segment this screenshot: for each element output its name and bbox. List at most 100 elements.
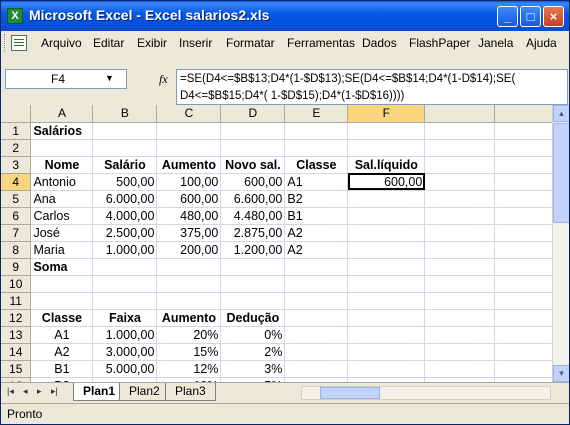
- cell-c12[interactable]: Aumento: [156, 309, 222, 327]
- cell-d12[interactable]: Dedução: [220, 309, 286, 327]
- menu-ajuda[interactable]: Ajuda: [526, 36, 557, 50]
- cell-d13[interactable]: 0%: [220, 326, 286, 344]
- cell-e5[interactable]: B2: [284, 190, 349, 208]
- row-header[interactable]: 13: [1, 325, 32, 344]
- cell-c11[interactable]: [156, 292, 222, 310]
- row-header[interactable]: 10: [1, 274, 32, 293]
- insert-function-icon[interactable]: fx: [159, 72, 168, 87]
- cell-c8[interactable]: 200,00: [156, 241, 222, 259]
- minimize-button[interactable]: _: [497, 6, 518, 27]
- cell-a10[interactable]: [30, 275, 94, 293]
- cell-a7[interactable]: José: [30, 224, 94, 242]
- cell-d8[interactable]: 1.200,00: [220, 241, 286, 259]
- cell-empty[interactable]: [424, 241, 496, 259]
- cell-b14[interactable]: 3.000,00: [92, 343, 158, 361]
- cell-d9[interactable]: [220, 258, 286, 276]
- next-sheet-icon[interactable]: ▸: [37, 386, 42, 397]
- scroll-down-icon[interactable]: ▼: [553, 365, 569, 382]
- last-sheet-icon[interactable]: ▸|: [51, 386, 58, 397]
- cell-empty[interactable]: [424, 360, 496, 378]
- cell-c10[interactable]: [156, 275, 222, 293]
- cell-e9[interactable]: [284, 258, 349, 276]
- horizontal-scroll-thumb[interactable]: [320, 387, 380, 399]
- cell-d14[interactable]: 2%: [220, 343, 286, 361]
- workbook-icon[interactable]: [11, 35, 27, 51]
- cell-a2[interactable]: [30, 139, 94, 157]
- column-header-e[interactable]: E: [284, 105, 349, 123]
- menu-janela[interactable]: Janela: [478, 36, 513, 50]
- cell-b12[interactable]: Faixa: [92, 309, 158, 327]
- cell-a1[interactable]: Salários: [30, 122, 94, 140]
- cell-b1[interactable]: [92, 122, 158, 140]
- cell-a3[interactable]: Nome: [30, 156, 94, 174]
- cell-f14[interactable]: [347, 343, 426, 361]
- cell-empty[interactable]: [424, 207, 496, 225]
- cell-empty[interactable]: [424, 309, 496, 327]
- cell-b4[interactable]: 500,00: [92, 173, 158, 191]
- cell-f15[interactable]: [347, 360, 426, 378]
- cell-empty[interactable]: [424, 139, 496, 157]
- tab-plan3[interactable]: Plan3: [165, 383, 216, 401]
- name-box-dropdown-icon[interactable]: ▼: [105, 73, 114, 83]
- cell-empty[interactable]: [424, 326, 496, 344]
- cell-empty[interactable]: [424, 258, 496, 276]
- cell-a4[interactable]: Antonio: [30, 173, 94, 191]
- menu-arquivo[interactable]: Arquivo: [41, 36, 82, 50]
- cell-d15[interactable]: 3%: [220, 360, 286, 378]
- row-header[interactable]: 1: [1, 121, 32, 140]
- cell-c2[interactable]: [156, 139, 222, 157]
- row-header[interactable]: 5: [1, 189, 32, 208]
- vertical-scrollbar[interactable]: ▲ ▼: [552, 105, 569, 382]
- scroll-up-icon[interactable]: ▲: [553, 105, 569, 122]
- cell-empty[interactable]: [424, 190, 496, 208]
- cell-c4[interactable]: 100,00: [156, 173, 222, 191]
- column-header-f[interactable]: F: [347, 105, 426, 123]
- row-header[interactable]: 8: [1, 240, 32, 259]
- cell-b6[interactable]: 4.000,00: [92, 207, 158, 225]
- cell-b7[interactable]: 2.500,00: [92, 224, 158, 242]
- cell-f12[interactable]: [347, 309, 426, 327]
- first-sheet-icon[interactable]: |◂: [7, 386, 14, 397]
- cell-e8[interactable]: A2: [284, 241, 349, 259]
- menu-formatar[interactable]: Formatar: [226, 36, 275, 50]
- cell-empty[interactable]: [424, 173, 496, 191]
- cell-a8[interactable]: Maria: [30, 241, 94, 259]
- row-header[interactable]: 12: [1, 308, 32, 327]
- cell-e10[interactable]: [284, 275, 349, 293]
- cell-c6[interactable]: 480,00: [156, 207, 222, 225]
- cell-e15[interactable]: [284, 360, 349, 378]
- cell-c14[interactable]: 15%: [156, 343, 222, 361]
- cell-a12[interactable]: Classe: [30, 309, 94, 327]
- cell-d11[interactable]: [220, 292, 286, 310]
- row-header[interactable]: 3: [1, 155, 32, 174]
- cell-a9[interactable]: Soma: [30, 258, 94, 276]
- row-header[interactable]: 15: [1, 359, 32, 378]
- formula-input[interactable]: =SE(D4<=$B$13;D4*(1-$D$13);SE(D4<=$B$14;…: [176, 69, 568, 105]
- row-header[interactable]: 9: [1, 257, 32, 276]
- cell-d4[interactable]: 600,00: [220, 173, 286, 191]
- cell-empty[interactable]: [424, 156, 496, 174]
- select-all-corner[interactable]: [1, 105, 32, 123]
- cell-b10[interactable]: [92, 275, 158, 293]
- cell-d10[interactable]: [220, 275, 286, 293]
- column-header-c[interactable]: C: [156, 105, 222, 123]
- cell-f9[interactable]: [347, 258, 426, 276]
- cell-f4[interactable]: 600,00: [347, 173, 426, 191]
- cell-d2[interactable]: [220, 139, 286, 157]
- cell-c9[interactable]: [156, 258, 222, 276]
- cell-empty[interactable]: [424, 343, 496, 361]
- cell-a11[interactable]: [30, 292, 94, 310]
- cell-d7[interactable]: 2.875,00: [220, 224, 286, 242]
- cell-f11[interactable]: [347, 292, 426, 310]
- cell-c15[interactable]: 12%: [156, 360, 222, 378]
- row-header[interactable]: 2: [1, 138, 32, 157]
- cell-e11[interactable]: [284, 292, 349, 310]
- cell-b8[interactable]: 1.000,00: [92, 241, 158, 259]
- column-header-a[interactable]: A: [30, 105, 94, 123]
- menu-editar[interactable]: Editar: [93, 36, 124, 50]
- menu-dados[interactable]: Dados: [362, 36, 397, 50]
- cell-b13[interactable]: 1.000,00: [92, 326, 158, 344]
- cell-e2[interactable]: [284, 139, 349, 157]
- toolbar-grip[interactable]: [4, 34, 7, 52]
- excel-app-icon[interactable]: X: [7, 8, 23, 24]
